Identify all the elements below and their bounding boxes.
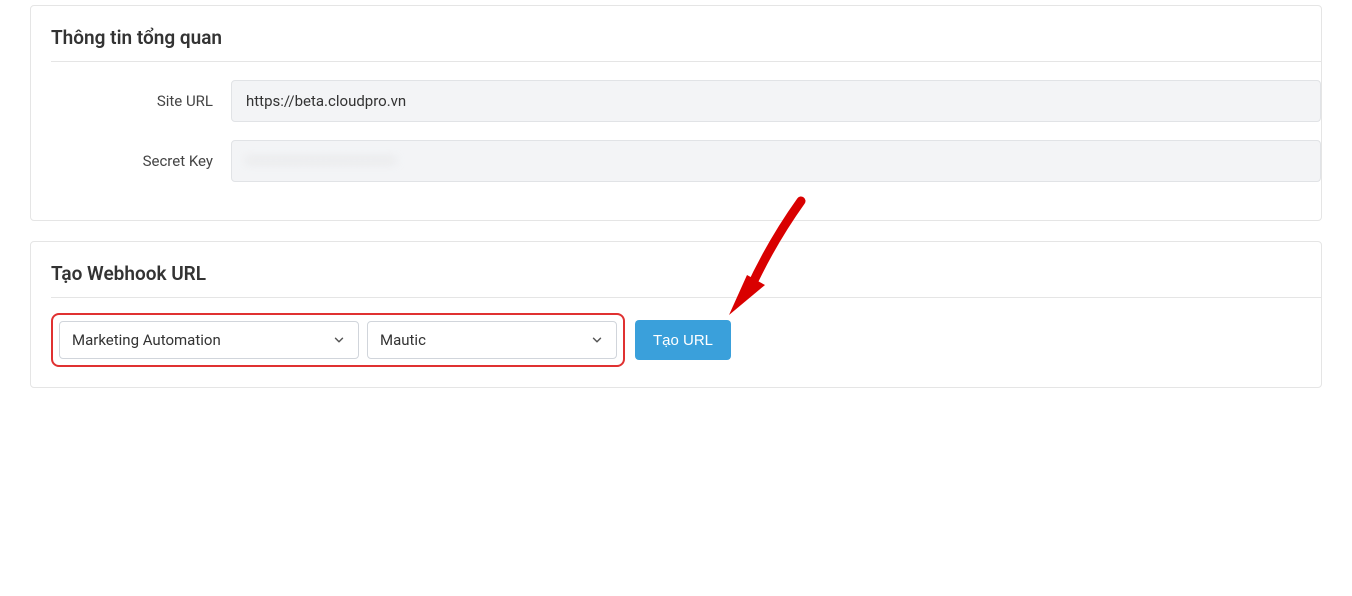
webhook-category-select[interactable]: Marketing Automation [59,321,359,359]
secret-key-masked: ••••••••••••••••••••••••••• [246,152,396,170]
secret-key-row: Secret Key ••••••••••••••••••••••••••• [51,140,1321,182]
site-url-label: Site URL [51,92,231,110]
chevron-down-icon [590,333,604,347]
webhook-panel: Tạo Webhook URL Marketing Automation Mau… [30,241,1322,388]
site-url-row: Site URL https://beta.cloudpro.vn [51,80,1321,122]
secret-key-value[interactable]: ••••••••••••••••••••••••••• [231,140,1321,182]
webhook-provider-value: Mautic [380,331,426,349]
secret-key-label: Secret Key [51,152,231,170]
webhook-provider-select[interactable]: Mautic [367,321,617,359]
webhook-category-value: Marketing Automation [72,331,221,349]
select-highlight-box: Marketing Automation Mautic [51,313,625,367]
overview-panel: Thông tin tổng quan Site URL https://bet… [30,5,1322,221]
webhook-controls: Marketing Automation Mautic Tạo URL [51,313,1321,367]
overview-title: Thông tin tổng quan [51,26,1321,62]
chevron-down-icon [332,333,346,347]
create-url-button[interactable]: Tạo URL [635,320,731,360]
webhook-title: Tạo Webhook URL [51,262,1321,298]
site-url-value[interactable]: https://beta.cloudpro.vn [231,80,1321,122]
